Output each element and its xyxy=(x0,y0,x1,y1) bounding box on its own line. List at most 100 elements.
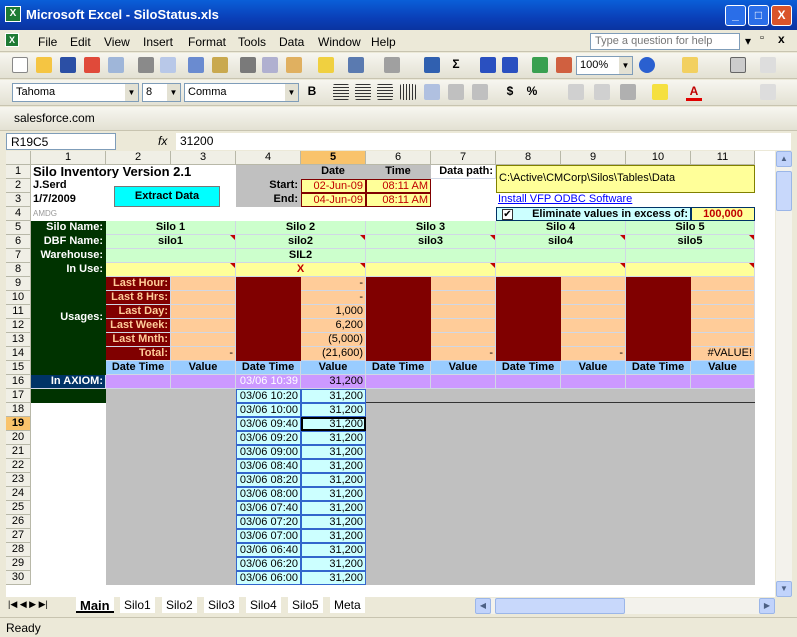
row-header[interactable]: 16 xyxy=(6,375,31,389)
select-all-corner[interactable] xyxy=(6,151,31,165)
usage-cell[interactable] xyxy=(496,347,561,361)
dbf-name-cell[interactable]: silo5 xyxy=(626,235,755,249)
bold-button[interactable]: B xyxy=(304,84,320,98)
excel-icon[interactable]: X xyxy=(5,6,21,22)
usage-cell[interactable] xyxy=(171,305,236,319)
usage-cell[interactable] xyxy=(366,291,431,305)
cell[interactable] xyxy=(366,445,755,459)
format-painter-icon[interactable] xyxy=(318,57,334,73)
axiom-cell[interactable]: 03/06 10:39 xyxy=(236,375,301,389)
row-header[interactable]: 19 xyxy=(6,417,31,431)
menu-insert[interactable]: Insert xyxy=(143,35,173,49)
usage-cell[interactable] xyxy=(366,305,431,319)
reading-datetime-cell[interactable]: 03/06 09:40 xyxy=(236,417,301,431)
usage-cell[interactable] xyxy=(431,277,496,291)
usage-cell[interactable] xyxy=(431,333,496,347)
warehouse-cell[interactable] xyxy=(366,249,496,263)
usage-cell[interactable] xyxy=(366,277,431,291)
date-cell[interactable]: 1/7/2009 xyxy=(31,193,106,207)
cell[interactable] xyxy=(366,543,755,557)
name-box[interactable]: R19C5 xyxy=(6,133,116,150)
usage-row-label[interactable]: Last Day: xyxy=(106,305,171,319)
usage-cell[interactable] xyxy=(236,333,301,347)
in-use-cell[interactable]: X xyxy=(236,263,366,277)
time-header[interactable]: Time xyxy=(366,165,431,179)
axiom-cell[interactable] xyxy=(561,375,626,389)
end-date-cell[interactable]: 04-Jun-09 xyxy=(301,193,366,207)
row-header[interactable]: 6 xyxy=(6,235,31,249)
tab-meta[interactable]: Meta xyxy=(330,597,365,613)
cell[interactable] xyxy=(31,389,106,403)
row-header[interactable]: 12 xyxy=(6,319,31,333)
reading-value-cell[interactable]: 31,200 xyxy=(301,501,366,515)
toolbar-options-icon[interactable] xyxy=(760,57,776,73)
eliminate-value-input[interactable]: 100,000 xyxy=(691,207,755,221)
datetime-header[interactable]: Date Time xyxy=(106,361,171,375)
usage-cell[interactable] xyxy=(496,333,561,347)
formula-input[interactable]: 31200 xyxy=(176,133,791,150)
reading-value-cell[interactable]: 31,200 xyxy=(301,515,366,529)
cell[interactable] xyxy=(366,557,755,571)
in-use-cell[interactable] xyxy=(496,263,626,277)
value-header[interactable]: Value xyxy=(431,361,496,375)
warehouse-cell[interactable] xyxy=(496,249,626,263)
reading-value-cell[interactable]: 31,200 xyxy=(301,557,366,571)
menu-view[interactable]: View xyxy=(104,35,130,49)
usage-cell[interactable]: - xyxy=(561,347,626,361)
print-icon[interactable] xyxy=(138,57,154,73)
tab-silo1[interactable]: Silo1 xyxy=(120,597,155,613)
cell[interactable] xyxy=(106,473,236,487)
usage-cell[interactable] xyxy=(561,277,626,291)
in-use-cell[interactable] xyxy=(626,263,755,277)
menu-file[interactable]: File xyxy=(38,35,57,49)
cell[interactable] xyxy=(366,501,755,515)
reading-value-cell[interactable]: 31,200 xyxy=(301,403,366,417)
usage-cell[interactable] xyxy=(366,333,431,347)
usage-cell[interactable] xyxy=(561,319,626,333)
cell[interactable] xyxy=(366,529,755,543)
usages-label[interactable]: Usages: xyxy=(31,277,106,361)
usage-cell[interactable] xyxy=(431,319,496,333)
row-header[interactable]: 3 xyxy=(6,193,31,207)
row-header[interactable]: 17 xyxy=(6,389,31,403)
silo-name-label[interactable]: Silo Name: xyxy=(31,221,106,235)
dbf-name-cell[interactable]: silo3 xyxy=(366,235,496,249)
eliminate-label[interactable]: Eliminate values in excess of: xyxy=(496,207,691,221)
column-header[interactable]: 10 xyxy=(626,151,691,165)
in-use-label[interactable]: In Use: xyxy=(31,263,106,277)
usage-row-label[interactable]: Last 8 Hrs: xyxy=(106,291,171,305)
usage-cell[interactable]: - xyxy=(301,291,366,305)
cell[interactable] xyxy=(31,487,106,501)
usage-cell[interactable] xyxy=(626,319,691,333)
cell[interactable] xyxy=(106,403,236,417)
salesforce-menu[interactable]: salesforce.com xyxy=(14,111,95,125)
usage-cell[interactable] xyxy=(691,291,755,305)
reading-datetime-cell[interactable]: 03/06 06:40 xyxy=(236,543,301,557)
sheet-title[interactable]: Silo Inventory Version 2.1 xyxy=(31,165,236,179)
cell[interactable] xyxy=(366,459,755,473)
cell[interactable] xyxy=(31,529,106,543)
cell[interactable] xyxy=(31,403,106,417)
usage-cell[interactable]: - xyxy=(301,277,366,291)
usage-cell[interactable] xyxy=(171,333,236,347)
scroll-right-icon[interactable]: ▶ xyxy=(759,598,775,614)
row-header[interactable]: 28 xyxy=(6,543,31,557)
row-header[interactable]: 2 xyxy=(6,179,31,193)
extract-data-button[interactable]: Extract Data xyxy=(114,186,220,207)
date-header[interactable]: Date xyxy=(301,165,366,179)
usage-cell[interactable] xyxy=(626,333,691,347)
axiom-cell[interactable] xyxy=(106,375,171,389)
menu-edit[interactable]: Edit xyxy=(70,35,91,49)
research-icon[interactable] xyxy=(212,57,228,73)
style-select[interactable]: Comma ▼ xyxy=(184,83,299,102)
cell[interactable] xyxy=(366,515,755,529)
data-path-input[interactable]: C:\Active\CMCorp\Silos\Tables\Data xyxy=(496,165,755,193)
row-header[interactable]: 11 xyxy=(6,305,31,319)
row-header[interactable]: 13 xyxy=(6,333,31,347)
usage-cell[interactable] xyxy=(561,333,626,347)
row-header[interactable]: 25 xyxy=(6,501,31,515)
tab-silo4[interactable]: Silo4 xyxy=(246,597,281,613)
start-date-cell[interactable]: 02-Jun-09 xyxy=(301,179,366,193)
dbf-name-cell[interactable]: silo4 xyxy=(496,235,626,249)
increase-decimal-icon[interactable] xyxy=(568,84,584,100)
